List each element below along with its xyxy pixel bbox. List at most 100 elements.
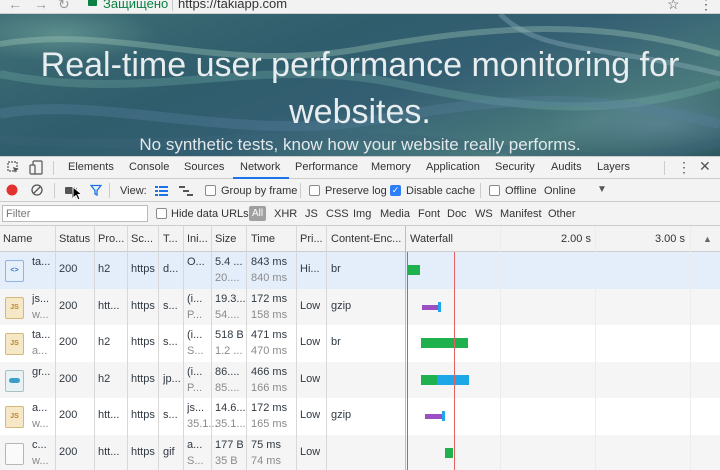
tab-network[interactable]: Network [240, 161, 280, 173]
request-priority: Low [300, 409, 321, 421]
tab-audits[interactable]: Audits [551, 161, 582, 173]
tab-sources[interactable]: Sources [184, 161, 224, 173]
request-protocol: h2 [98, 336, 111, 348]
waterfall-bar [421, 338, 468, 348]
table-row[interactable]: <> ta... 200 h2 https d... O... 5.4 ... 20.... 84… [0, 252, 720, 289]
chevron-down-icon[interactable]: ▼ [597, 184, 607, 195]
toolbar-divider [54, 183, 55, 198]
column-header-initiator[interactable]: Ini... [187, 233, 208, 245]
filter-font-button[interactable]: Font [418, 208, 440, 220]
filter-css-button[interactable]: CSS [326, 208, 349, 220]
request-size-secondary: 20.... [215, 272, 240, 284]
request-scheme: https [131, 263, 155, 275]
request-time: 466 ms 166 ms [251, 366, 287, 394]
filter-ws-button[interactable]: WS [475, 208, 493, 220]
preserve-log-checkbox[interactable] [309, 185, 320, 196]
waterfall-bar [421, 374, 469, 385]
overview-icon[interactable] [179, 185, 193, 196]
request-name: ta... [32, 256, 50, 272]
column-header-scheme[interactable]: Sc... [131, 233, 153, 245]
column-header-time[interactable]: Time [251, 233, 275, 245]
tab-application[interactable]: Application [426, 161, 480, 173]
tab-layers[interactable]: Layers [597, 161, 630, 173]
column-divider [405, 226, 406, 470]
url-field[interactable]: https://takiapp.com [178, 0, 287, 11]
request-name-secondary: w... [32, 308, 49, 321]
request-size-primary: 177 B [215, 438, 244, 451]
filter-bar: Hide data URLs All XHR JS CSS Img Media … [0, 202, 720, 226]
filter-js-button[interactable]: JS [305, 208, 318, 220]
column-header-protocol[interactable]: Pro... [98, 233, 124, 245]
request-name-primary: gr... [32, 365, 51, 378]
sort-ascending-icon[interactable]: ▲ [703, 234, 712, 244]
filter-all-button[interactable]: All [249, 206, 266, 221]
dom-content-loaded-marker [407, 252, 408, 470]
request-scheme: https [131, 372, 155, 385]
table-row[interactable]: c... w... 200 htt... https gif a... S... 177 B 35… [0, 434, 720, 470]
request-size-secondary: 85.... [215, 381, 240, 394]
reload-icon[interactable]: ↻ [58, 0, 70, 13]
offline-checkbox[interactable] [489, 185, 500, 196]
clear-icon[interactable] [31, 184, 43, 196]
request-content-encoding: br [331, 263, 341, 275]
filter-manifest-button[interactable]: Manifest [500, 208, 542, 220]
filter-media-button[interactable]: Media [380, 208, 410, 220]
hide-data-urls-checkbox[interactable] [156, 208, 167, 219]
large-rows-icon[interactable] [155, 185, 169, 196]
waterfall-grid-line [690, 226, 691, 470]
request-time-secondary: 165 ms [251, 418, 288, 430]
table-row[interactable]: JS ta... a... 200 h2 https s... (i... S... 518 B 1… [0, 325, 720, 362]
column-header-status[interactable]: Status [59, 233, 90, 245]
column-header-content-encoding[interactable]: Content-Enc... [331, 233, 401, 245]
table-row[interactable]: JS js... w... 200 htt... https s... (i... P... 19… [0, 288, 720, 325]
column-header-name[interactable]: Name [3, 233, 32, 245]
bookmark-star-icon[interactable]: ☆ [667, 0, 680, 13]
request-priority: Low [300, 372, 321, 385]
record-icon[interactable] [6, 184, 18, 196]
filter-img-button[interactable]: Img [353, 208, 371, 220]
tab-security[interactable]: Security [495, 161, 535, 173]
back-icon[interactable]: ← [8, 0, 22, 12]
column-header-priority[interactable]: Pri... [300, 233, 323, 245]
request-size-secondary: 54.... [215, 308, 240, 321]
group-by-frame-checkbox[interactable] [205, 185, 216, 196]
column-divider [183, 226, 184, 470]
filter-input[interactable] [2, 205, 148, 222]
request-time-secondary: 166 ms [251, 381, 288, 394]
device-toolbar-icon[interactable] [29, 160, 43, 175]
request-type: gif [163, 445, 175, 458]
tab-elements[interactable]: Elements [68, 161, 114, 173]
filter-doc-button[interactable]: Doc [447, 208, 467, 220]
waterfall-wait-bar [425, 414, 442, 419]
request-scheme: https [131, 336, 155, 348]
filter-other-button[interactable]: Other [548, 208, 576, 220]
request-size: 518 B 1.2 ... [215, 329, 244, 357]
hero-headline-line1: Real-time user performance monitoring fo… [40, 46, 680, 84]
table-row[interactable]: gr... 200 h2 https jp... (i... P... 86.... 85...… [0, 361, 720, 398]
column-header-size[interactable]: Size [215, 233, 236, 245]
filter-xhr-button[interactable]: XHR [274, 208, 297, 220]
browser-menu-icon[interactable]: ⋮ [699, 0, 713, 13]
devtools-menu-icon[interactable]: ⋮ [677, 159, 691, 176]
column-header-type[interactable]: T... [163, 233, 178, 245]
filter-funnel-icon[interactable] [90, 184, 102, 196]
request-time: 172 ms 165 ms [251, 402, 287, 430]
request-time-primary: 471 ms [251, 329, 288, 341]
inspect-element-icon[interactable] [7, 161, 20, 174]
column-header-waterfall[interactable]: Waterfall [410, 233, 453, 245]
forward-icon[interactable]: → [34, 0, 48, 12]
close-devtools-icon[interactable]: ✕ [699, 158, 711, 175]
request-scheme: https [131, 409, 155, 421]
throttling-select[interactable]: Online [544, 185, 576, 197]
request-name-secondary: w... [32, 454, 49, 467]
tab-memory[interactable]: Memory [371, 161, 411, 173]
table-row[interactable]: JS a... w... 200 htt... https s... js... 35.1...… [0, 398, 720, 435]
disable-cache-checkbox[interactable]: ✓ [390, 185, 401, 196]
column-divider [55, 226, 56, 470]
request-status: 200 [59, 445, 78, 458]
request-initiator-primary: js... [187, 402, 205, 414]
tab-performance[interactable]: Performance [295, 161, 358, 173]
request-priority: Low [300, 299, 321, 312]
tab-console[interactable]: Console [129, 161, 169, 173]
request-time-primary: 466 ms [251, 365, 288, 378]
